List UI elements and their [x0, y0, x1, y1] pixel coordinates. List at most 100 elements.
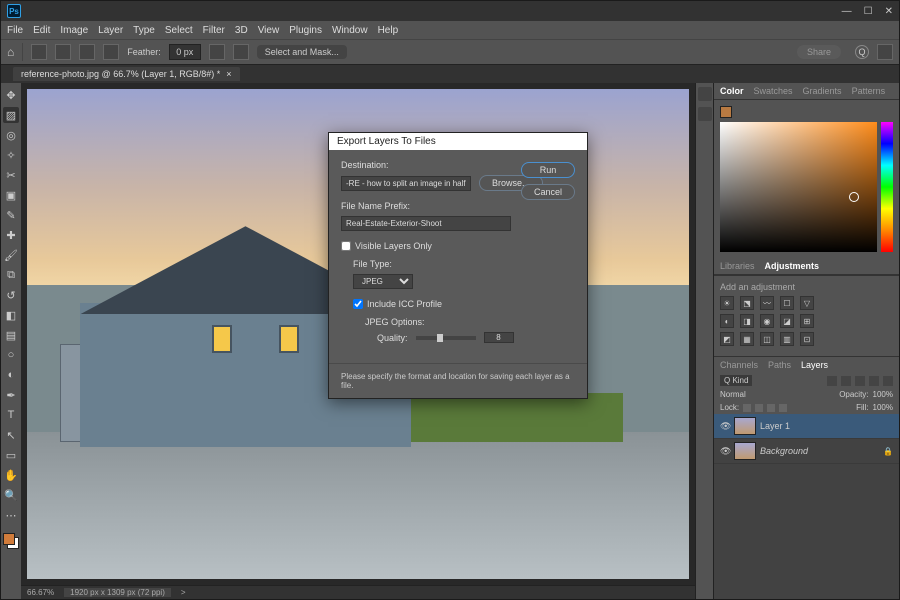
- fill-input[interactable]: 100%: [873, 403, 893, 412]
- visibility-icon[interactable]: 👁: [720, 421, 730, 432]
- tab-color[interactable]: Color: [720, 86, 744, 96]
- doc-info[interactable]: 1920 px x 1309 px (72 ppi): [64, 588, 171, 597]
- menu-layer[interactable]: Layer: [98, 25, 123, 36]
- filter-smart-icon[interactable]: [883, 376, 893, 386]
- document-tab[interactable]: reference-photo.jpg @ 66.7% (Layer 1, RG…: [13, 67, 240, 81]
- menu-edit[interactable]: Edit: [33, 25, 50, 36]
- filter-shape-icon[interactable]: [869, 376, 879, 386]
- filter-adjust-icon[interactable]: [841, 376, 851, 386]
- tab-paths[interactable]: Paths: [768, 360, 791, 370]
- crop-tool-icon[interactable]: ✂: [3, 167, 19, 183]
- lock-position-icon[interactable]: [755, 404, 763, 412]
- filetype-select[interactable]: JPEG: [353, 274, 413, 289]
- layer-thumbnail[interactable]: [734, 417, 756, 435]
- visible-only-checkbox[interactable]: Visible Layers Only: [341, 241, 575, 251]
- channel-mixer-icon[interactable]: ◪: [780, 314, 794, 328]
- menu-view[interactable]: View: [258, 25, 280, 36]
- invert-icon[interactable]: ◩: [720, 332, 734, 346]
- shape-tool-icon[interactable]: ▭: [3, 447, 19, 463]
- selection-new-icon[interactable]: [31, 44, 47, 60]
- zoom-level[interactable]: 66.67%: [27, 588, 54, 597]
- frame-tool-icon[interactable]: ▣: [3, 187, 19, 203]
- tab-libraries[interactable]: Libraries: [720, 261, 755, 271]
- style-icon[interactable]: [233, 44, 249, 60]
- collapsed-panel-icon[interactable]: [698, 107, 712, 121]
- eyedropper-tool-icon[interactable]: ✎: [3, 207, 19, 223]
- destination-input[interactable]: [341, 176, 471, 191]
- color-field[interactable]: [720, 122, 877, 252]
- menu-3d[interactable]: 3D: [235, 25, 248, 36]
- quality-slider[interactable]: [416, 336, 476, 340]
- gradient-tool-icon[interactable]: ▤: [3, 327, 19, 343]
- run-button[interactable]: Run: [521, 162, 575, 178]
- gradient-map-icon[interactable]: ▥: [780, 332, 794, 346]
- layer-name[interactable]: Layer 1: [760, 421, 893, 431]
- curves-icon[interactable]: 〰: [760, 296, 774, 310]
- include-icc-check-icon[interactable]: [353, 299, 363, 309]
- layer-row[interactable]: 👁 Background 🔒: [714, 439, 899, 464]
- doc-info-arrow-icon[interactable]: >: [181, 588, 186, 597]
- history-brush-tool-icon[interactable]: ↺: [3, 287, 19, 303]
- foreground-color-icon[interactable]: [3, 533, 15, 545]
- dodge-tool-icon[interactable]: ◐: [3, 367, 19, 383]
- brush-tool-icon[interactable]: 🖌: [3, 247, 19, 263]
- opacity-input[interactable]: 100%: [873, 390, 893, 399]
- selective-color-icon[interactable]: ⊡: [800, 332, 814, 346]
- quality-input[interactable]: [484, 332, 514, 343]
- hue-icon[interactable]: ◐: [720, 314, 734, 328]
- maximize-icon[interactable]: ☐: [864, 6, 873, 17]
- selection-add-icon[interactable]: [55, 44, 71, 60]
- workspace-icon[interactable]: [877, 44, 893, 60]
- exposure-icon[interactable]: ☐: [780, 296, 794, 310]
- layer-name[interactable]: Background: [760, 446, 879, 456]
- tab-gradients[interactable]: Gradients: [803, 86, 842, 96]
- lock-artboard-icon[interactable]: [779, 404, 787, 412]
- include-icc-checkbox[interactable]: Include ICC Profile: [353, 299, 575, 309]
- share-button[interactable]: Share: [797, 45, 841, 59]
- tab-swatches[interactable]: Swatches: [754, 86, 793, 96]
- menu-select[interactable]: Select: [165, 25, 193, 36]
- menu-type[interactable]: Type: [133, 25, 155, 36]
- tab-layers[interactable]: Layers: [801, 360, 828, 370]
- feather-input[interactable]: [169, 44, 201, 60]
- visible-only-check-icon[interactable]: [341, 241, 351, 251]
- color-lookup-icon[interactable]: ⊞: [800, 314, 814, 328]
- collapsed-panel-icon[interactable]: [698, 87, 712, 101]
- filter-type-icon[interactable]: [855, 376, 865, 386]
- antialias-icon[interactable]: [209, 44, 225, 60]
- quick-search-icon[interactable]: Q: [855, 45, 869, 59]
- posterize-icon[interactable]: ▦: [740, 332, 754, 346]
- filter-image-icon[interactable]: [827, 376, 837, 386]
- lock-all-icon[interactable]: [767, 404, 775, 412]
- levels-icon[interactable]: ⬔: [740, 296, 754, 310]
- vibrance-icon[interactable]: ▽: [800, 296, 814, 310]
- menu-plugins[interactable]: Plugins: [289, 25, 322, 36]
- blur-tool-icon[interactable]: ○: [3, 347, 19, 363]
- type-tool-icon[interactable]: T: [3, 407, 19, 423]
- menu-help[interactable]: Help: [378, 25, 399, 36]
- visibility-icon[interactable]: 👁: [720, 446, 730, 457]
- threshold-icon[interactable]: ◫: [760, 332, 774, 346]
- hand-tool-icon[interactable]: ✋: [3, 467, 19, 483]
- prefix-input[interactable]: [341, 216, 511, 231]
- lock-pixels-icon[interactable]: [743, 404, 751, 412]
- layer-row[interactable]: 👁 Layer 1: [714, 414, 899, 439]
- wand-tool-icon[interactable]: ✧: [3, 147, 19, 163]
- tab-close-icon[interactable]: ×: [226, 69, 231, 79]
- marquee-tool-icon[interactable]: ▨: [3, 107, 19, 123]
- menu-window[interactable]: Window: [332, 25, 368, 36]
- zoom-tool-icon[interactable]: 🔍: [3, 487, 19, 503]
- brightness-icon[interactable]: ☀: [720, 296, 734, 310]
- selection-intersect-icon[interactable]: [103, 44, 119, 60]
- minimize-icon[interactable]: —: [842, 6, 852, 17]
- pen-tool-icon[interactable]: ✒: [3, 387, 19, 403]
- color-picker[interactable]: [720, 122, 893, 252]
- bw-icon[interactable]: ◨: [740, 314, 754, 328]
- select-mask-button[interactable]: Select and Mask...: [257, 45, 347, 59]
- hue-slider[interactable]: [881, 122, 893, 252]
- canvas[interactable]: Export Layers To Files Run Cancel Destin…: [21, 83, 695, 585]
- home-icon[interactable]: ⌂: [7, 45, 14, 59]
- kind-filter[interactable]: Q Kind: [720, 375, 752, 386]
- color-swatches[interactable]: [3, 533, 19, 549]
- menu-filter[interactable]: Filter: [203, 25, 225, 36]
